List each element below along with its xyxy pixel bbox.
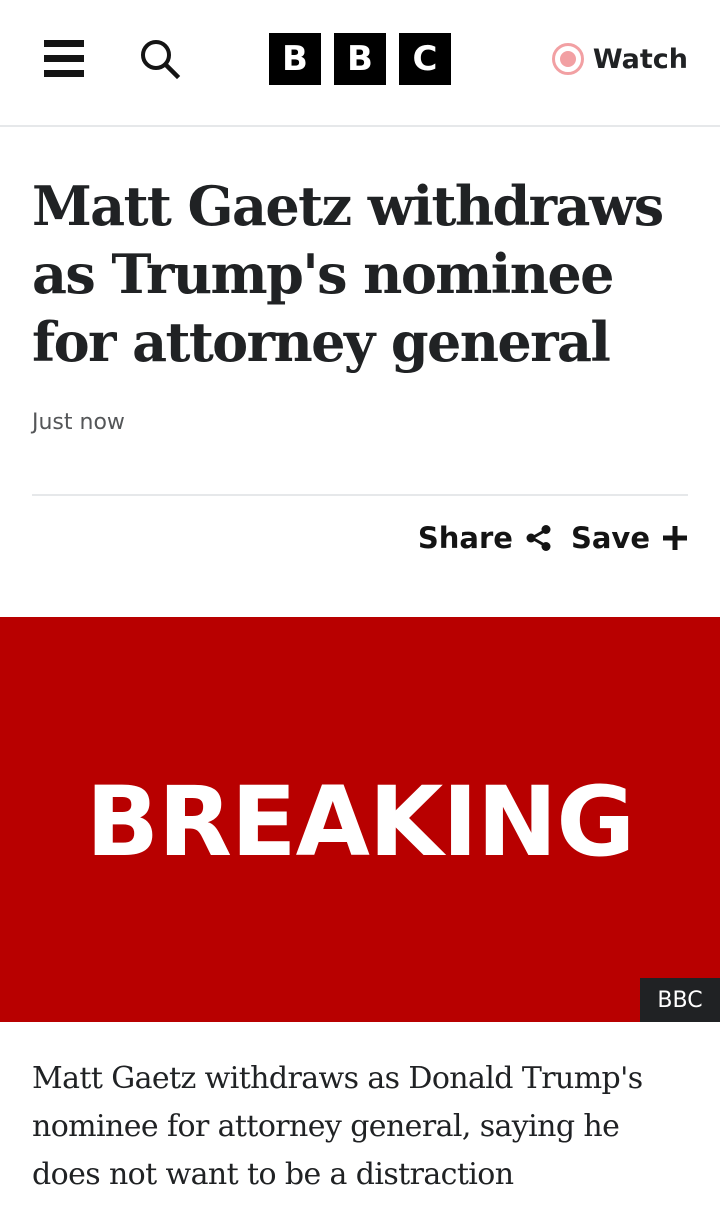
logo-letter: B [269,33,321,85]
image-credit: BBC [640,978,720,1022]
menu-icon[interactable] [44,40,84,77]
divider [32,494,688,496]
plus-icon [663,526,687,550]
watch-button[interactable]: Watch [551,40,688,78]
article-actions: Share Save [418,521,688,555]
save-label: Save [570,521,650,555]
article-headline: Matt Gaetz withdraws as Trump's nominee … [32,174,664,374]
watch-label: Watch [592,43,688,75]
share-label: Share [417,521,513,555]
logo-letter: B [334,33,386,85]
bbc-logo[interactable]: B B C [269,33,451,85]
logo-letter: C [399,33,451,85]
article-timestamp: Just now [32,410,125,435]
search-icon[interactable] [139,38,181,80]
site-header: B B C Watch [0,0,720,127]
share-icon [526,525,551,551]
save-button[interactable]: Save [571,521,688,555]
share-button[interactable]: Share [418,521,553,555]
breaking-image-text: BREAKING [85,766,635,878]
live-dot-icon [551,43,584,75]
article-summary: Matt Gaetz withdraws as Donald Trump's n… [32,1061,643,1192]
